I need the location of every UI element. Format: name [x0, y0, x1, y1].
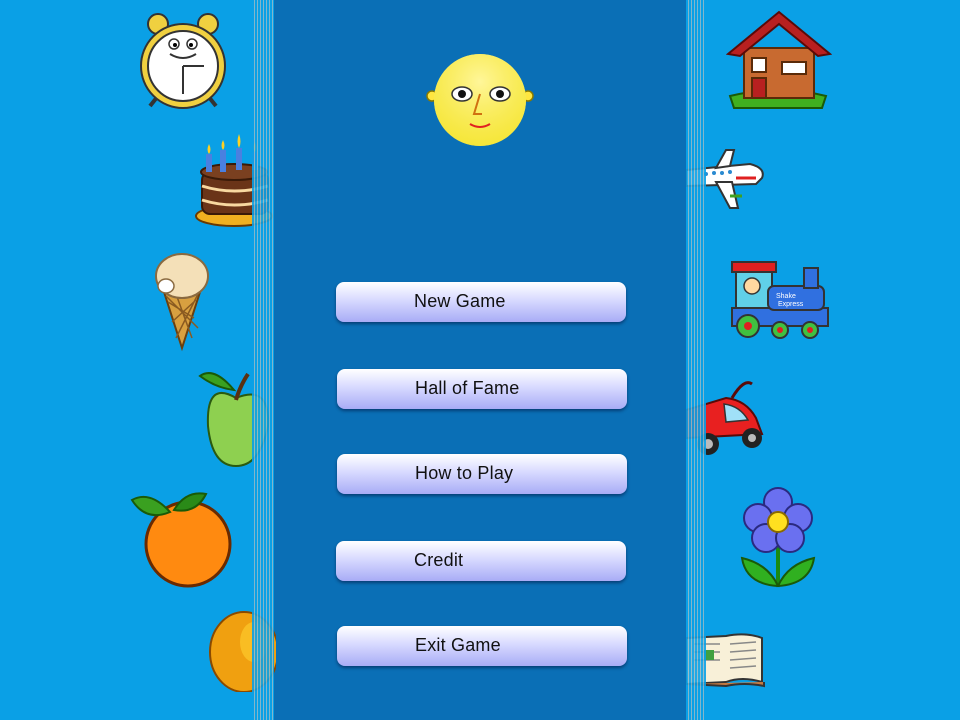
exit-game-label: Exit Game: [415, 635, 501, 655]
sun-face-mascot-icon: [426, 54, 534, 146]
new-game-label: New Game: [414, 291, 506, 311]
new-game-button[interactable]: New Game: [336, 282, 626, 322]
right-divider-stripes: [686, 0, 706, 720]
exit-game-button[interactable]: Exit Game: [337, 626, 627, 666]
left-divider-stripes: [252, 0, 274, 720]
how-to-play-label: How to Play: [415, 463, 514, 483]
hall-of-fame-button[interactable]: Hall of Fame: [337, 369, 627, 409]
orange-icon: [130, 492, 232, 588]
alarm-clock-icon: [140, 13, 226, 109]
train-label-line2: Express: [778, 301, 804, 308]
credit-label: Credit: [414, 550, 464, 570]
credit-button[interactable]: Credit: [336, 541, 626, 581]
toy-train-icon: Shake Express: [731, 261, 829, 339]
how-to-play-button[interactable]: How to Play: [337, 454, 627, 494]
ice-cream-icon: [155, 253, 209, 352]
train-label-line1: Shake: [776, 293, 796, 300]
flower-icon: [740, 487, 816, 588]
hall-of-fame-label: Hall of Fame: [415, 378, 520, 398]
house-icon: [726, 10, 832, 109]
